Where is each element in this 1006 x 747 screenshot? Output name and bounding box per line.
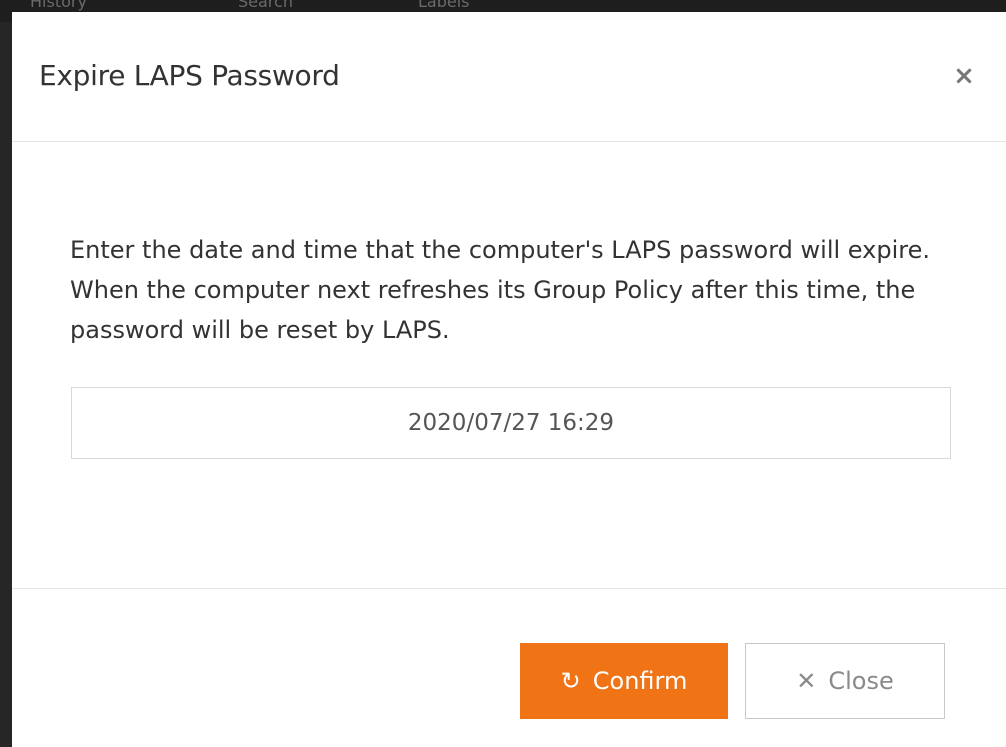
close-icon: ✕: [796, 667, 817, 695]
expiry-datetime-input[interactable]: [71, 387, 951, 459]
expire-laps-password-dialog: Expire LAPS Password × Enter the date an…: [12, 12, 1006, 747]
dialog-header: Expire LAPS Password ×: [12, 12, 1006, 142]
dialog-footer: ↻ Confirm ✕ Close: [12, 588, 1006, 747]
dialog-body: Enter the date and time that the compute…: [12, 142, 1006, 589]
close-button-label: Close: [828, 667, 894, 695]
confirm-button[interactable]: ↻ Confirm: [520, 643, 728, 719]
dialog-title: Expire LAPS Password: [39, 59, 340, 92]
confirm-button-label: Confirm: [592, 667, 688, 695]
close-button[interactable]: ✕ Close: [745, 643, 945, 719]
close-icon[interactable]: ×: [952, 63, 976, 89]
refresh-icon: ↻: [560, 667, 581, 695]
dialog-description: Enter the date and time that the compute…: [70, 236, 930, 344]
